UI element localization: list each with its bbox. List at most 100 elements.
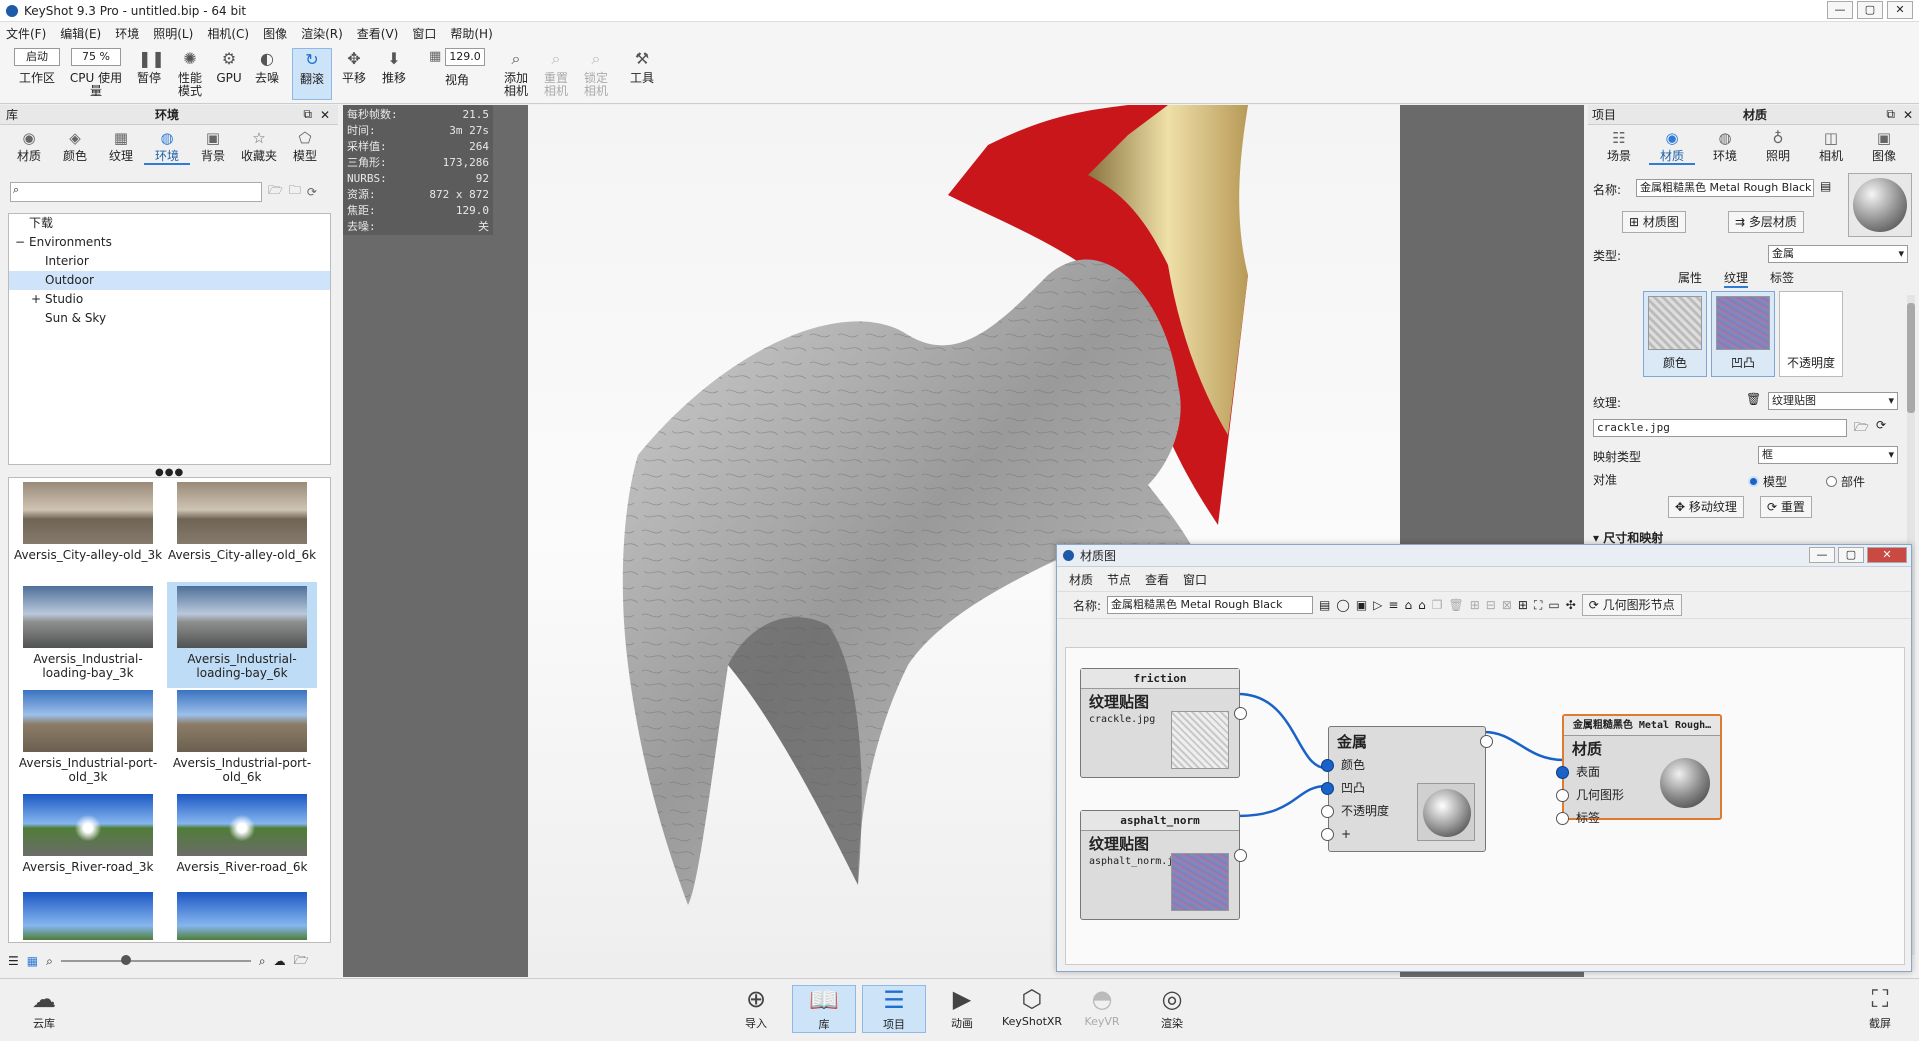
thumb-port-old-3k[interactable]: Aversis_Industrial-port-old_3k — [13, 690, 163, 792]
lock-camera-button[interactable]: ⌕ 锁定 相机 — [578, 48, 614, 98]
tab-material[interactable]: ◉ 材质 — [1649, 129, 1695, 165]
keyshotxr-button[interactable]: ⬡ KeyShotXR — [1000, 985, 1064, 1028]
tools-button[interactable]: ⚒ 工具 — [624, 48, 660, 85]
material-type-select[interactable]: 金属 ▾ — [1768, 245, 1908, 263]
input-port[interactable] — [1556, 812, 1569, 825]
material-graph-button[interactable]: ⊞ 材质图 — [1622, 211, 1686, 233]
group-icon[interactable]: ⊞ — [1470, 598, 1480, 612]
graph-material-name-input[interactable]: 金属粗糙黑色 Metal Rough Black — [1107, 596, 1314, 614]
cpu-combo[interactable]: 75 % — [71, 48, 121, 66]
brush-icon[interactable]: ⌂ — [1404, 598, 1412, 612]
refresh-icon[interactable]: ⟳ — [307, 185, 317, 199]
graph-close-button[interactable]: ✕ — [1867, 547, 1907, 563]
thumb-partial-1[interactable] — [13, 892, 163, 942]
tab-background[interactable]: ▣ 背景 — [190, 129, 236, 165]
workspace-combo[interactable]: 启动 — [14, 48, 60, 66]
material-preview-sphere[interactable] — [1848, 173, 1912, 237]
input-port[interactable] — [1321, 805, 1334, 818]
undock-icon[interactable]: ⧉ — [303, 107, 312, 122]
output-port[interactable] — [1234, 707, 1247, 720]
menu-environment[interactable]: 环境 — [115, 25, 139, 42]
reset-texture-button[interactable]: ⟳ 重置 — [1760, 496, 1812, 518]
trash-icon[interactable]: 🗑 — [1448, 598, 1463, 612]
cloud-library-button[interactable]: ☁ 云库 — [12, 985, 76, 1031]
delete-icon[interactable]: 🗑 — [1746, 392, 1761, 406]
copy-icon[interactable]: ❐ — [1432, 598, 1443, 612]
node-metal[interactable]: 金属 颜色 凹凸 不透明度 + — [1321, 726, 1493, 852]
folder-add-icon[interactable]: 🗀 — [289, 181, 301, 202]
graph-maximize-button[interactable]: ▢ — [1838, 547, 1864, 563]
input-port[interactable] — [1556, 766, 1569, 779]
node-material-output[interactable]: 金属粗糙黑色 Metal Rough… 材质 表面 几何图形 标签 — [1556, 714, 1722, 825]
menu-edit[interactable]: 编辑(E) — [60, 25, 101, 42]
folder-sync-icon[interactable]: 🗁 — [294, 951, 309, 972]
tree-item-studio[interactable]: + Studio — [9, 290, 330, 309]
collapse-icon[interactable]: − — [15, 233, 25, 252]
add-camera-button[interactable]: ⌕ 添加 相机 — [498, 48, 534, 98]
close-button[interactable]: ✕ — [1887, 1, 1913, 19]
subtab-properties[interactable]: 属性 — [1678, 269, 1702, 288]
denoise-button[interactable]: ◐ 去噪 — [250, 48, 284, 85]
node-asphalt-norm-texture[interactable]: asphalt_norm 纹理贴图 asphalt_norm.jpg — [1080, 810, 1247, 920]
tab-favorites[interactable]: ☆ 收藏夹 — [236, 129, 282, 165]
menu-lighting[interactable]: 照明(L) — [153, 25, 193, 42]
expand-icon[interactable]: + — [31, 290, 41, 309]
tree-item-environments[interactable]: − Environments — [9, 233, 330, 252]
tree-item-outdoor[interactable]: Outdoor — [9, 271, 330, 290]
arrange-icon[interactable]: ⊞ — [1518, 598, 1528, 612]
keyvr-button[interactable]: ◓ KeyVR — [1070, 985, 1134, 1028]
input-port[interactable] — [1321, 828, 1334, 841]
tab-camera[interactable]: ◫ 相机 — [1808, 129, 1854, 165]
menu-view[interactable]: 查看(V) — [357, 25, 399, 42]
tree-item-interior[interactable]: Interior — [9, 252, 330, 271]
tree-item-sun-sky[interactable]: Sun & Sky — [9, 309, 330, 328]
multi-material-button[interactable]: ⇉ 多层材质 — [1728, 211, 1804, 233]
thumb-partial-2[interactable] — [167, 892, 317, 942]
tab-environment[interactable]: ◍ 环境 — [144, 129, 190, 165]
tab-image[interactable]: ▣ 图像 — [1861, 129, 1907, 165]
align-part-radio[interactable]: 部件 — [1826, 473, 1865, 490]
thumb-loading-bay-6k[interactable]: Aversis_Industrial-loading-bay_6k — [167, 582, 317, 688]
layout-icon[interactable]: ▣ — [1356, 598, 1367, 612]
tumble-button[interactable]: ↻ 翻滚 — [292, 48, 332, 100]
align-icon[interactable]: ⊠ — [1502, 598, 1512, 612]
pause-button[interactable]: ❚❚ 暂停 — [132, 48, 166, 85]
graph-menu-window[interactable]: 窗口 — [1183, 571, 1207, 588]
cloud-upload-icon[interactable]: ☁ — [274, 954, 286, 968]
ungroup-icon[interactable]: ⊟ — [1486, 598, 1496, 612]
save-icon[interactable]: ▤ — [1820, 179, 1831, 193]
graph-minimize-button[interactable]: — — [1809, 547, 1835, 563]
port-label[interactable]: 标签 — [1556, 807, 1720, 830]
fov-input[interactable]: 129.0 — [445, 48, 486, 66]
thumbnail-size-slider[interactable] — [60, 955, 251, 965]
cpu-usage-control[interactable]: 75 % CPU 使用量 — [68, 48, 124, 98]
field-of-view-control[interactable]: ▦ 129.0 视角 — [422, 48, 492, 87]
maximize-button[interactable]: ▢ — [1857, 1, 1883, 19]
scrollbar-thumb[interactable] — [1907, 303, 1915, 413]
fit-icon[interactable]: ⛶ — [1534, 598, 1542, 613]
screenshot-button[interactable]: ⛶ 截屏 — [1848, 985, 1912, 1031]
refresh-icon[interactable]: ⟳ — [1876, 418, 1886, 432]
output-port[interactable] — [1480, 735, 1493, 748]
library-search-input[interactable] — [10, 181, 262, 202]
thumb-river-road-3k[interactable]: Aversis_River-road_3k — [13, 794, 163, 886]
folder-open-icon[interactable]: 🗁 — [1854, 418, 1869, 439]
tab-model[interactable]: ⬠ 模型 — [282, 129, 328, 165]
port-color[interactable]: 颜色 — [1321, 754, 1485, 777]
minimize-button[interactable]: — — [1827, 1, 1853, 19]
reset-camera-button[interactable]: ⌕ 重置 相机 — [538, 48, 574, 98]
input-port[interactable] — [1556, 789, 1569, 802]
texture-file-input[interactable]: crackle.jpg — [1593, 419, 1847, 437]
graph-menu-node[interactable]: 节点 — [1107, 571, 1131, 588]
project-button[interactable]: ☰ 项目 — [862, 985, 926, 1033]
geometry-node-button[interactable]: ⟳ 几何图形节点 — [1581, 594, 1682, 616]
material-name-input[interactable]: 金属粗糙黑色 Metal Rough Black — [1636, 179, 1814, 197]
thumb-loading-bay-3k[interactable]: Aversis_Industrial-loading-bay_3k — [13, 586, 163, 688]
tab-lighting[interactable]: ♁ 照明 — [1755, 129, 1801, 165]
render-button[interactable]: ◎ 渲染 — [1140, 985, 1204, 1031]
play-icon[interactable]: ▷ — [1373, 598, 1382, 612]
input-port[interactable] — [1321, 782, 1334, 795]
folder-open-icon[interactable]: 🗁 — [268, 181, 283, 202]
align-model-radio[interactable]: 模型 — [1748, 473, 1787, 490]
menu-render[interactable]: 渲染(R) — [301, 25, 343, 42]
